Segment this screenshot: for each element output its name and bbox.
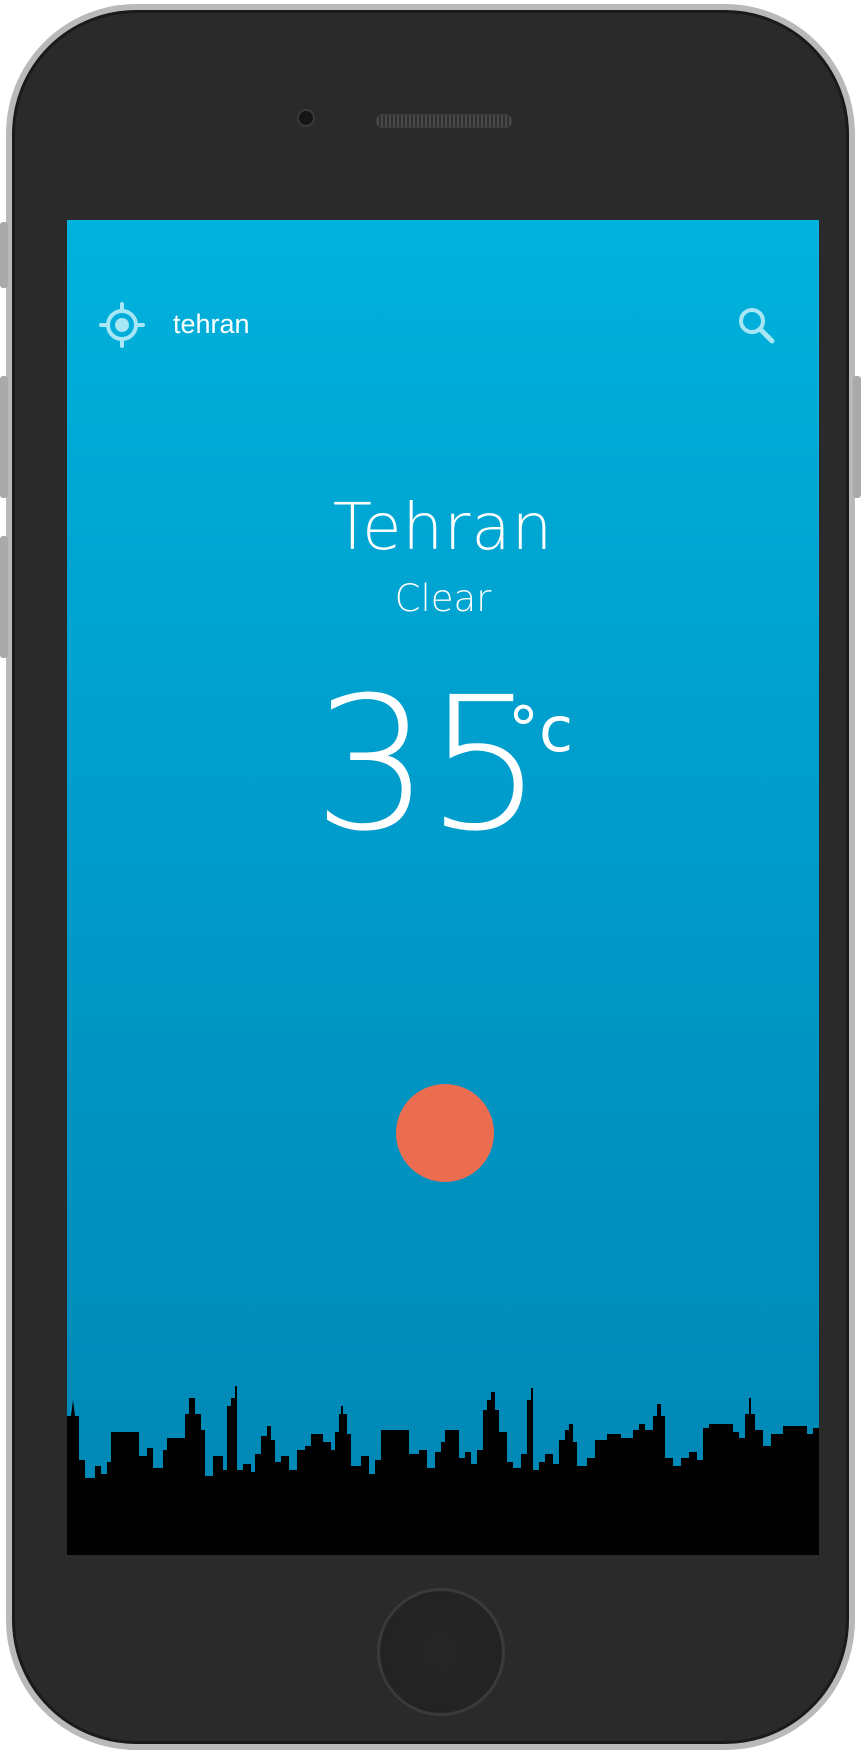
sun-icon (396, 1084, 494, 1182)
home-button[interactable] (377, 1588, 505, 1716)
volume-up-button[interactable] (0, 376, 8, 498)
location-button[interactable] (99, 302, 145, 348)
app-screen: tehran Tehran Clear 35 °c (67, 220, 819, 1555)
city-skyline-illustration (67, 1386, 819, 1555)
crosshair-location-icon (99, 302, 145, 348)
volume-down-button[interactable] (0, 536, 8, 658)
mute-switch[interactable] (0, 222, 8, 288)
search-query-text[interactable]: tehran (173, 306, 250, 342)
search-button[interactable] (733, 302, 779, 348)
power-button[interactable] (853, 376, 861, 498)
city-name: Tehran (332, 491, 554, 565)
search-icon (739, 308, 775, 344)
front-camera (299, 111, 313, 125)
temperature-unit: °c (508, 693, 574, 766)
earpiece-speaker (376, 114, 512, 128)
weather-condition: Clear (394, 577, 492, 620)
top-bar (67, 220, 819, 320)
phone-frame: tehran Tehran Clear 35 °c (6, 4, 855, 1750)
